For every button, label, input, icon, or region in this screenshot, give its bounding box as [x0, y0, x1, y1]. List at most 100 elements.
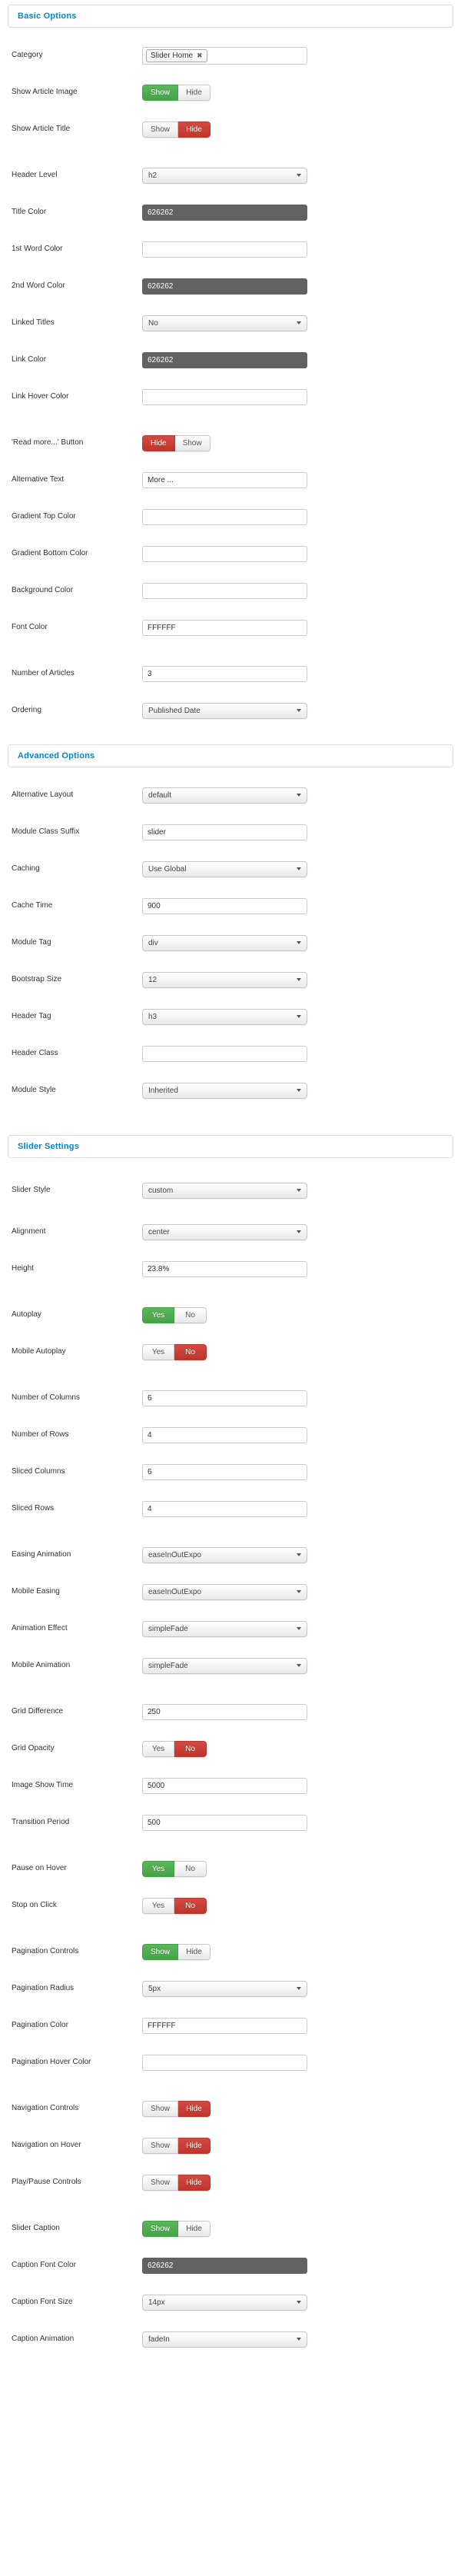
navigation-controls-option-show[interactable]: Show	[142, 2100, 179, 2117]
alignment-select[interactable]: center	[142, 1223, 307, 1240]
caption-font-color-input[interactable]	[142, 2257, 307, 2274]
read-more-button-option-hide[interactable]: Hide	[142, 434, 175, 451]
transition-period-input[interactable]	[142, 1814, 307, 1831]
slider-caption-option-hide[interactable]: Hide	[178, 2220, 211, 2237]
divider-spacer	[0, 1361, 461, 1381]
pagination-controls-toggle[interactable]: Show Hide	[142, 1943, 211, 1960]
bootstrap-size-select[interactable]: 12	[142, 971, 307, 988]
header-level-select[interactable]: h2	[142, 167, 307, 184]
slider-caption-option-show[interactable]: Show	[142, 2220, 179, 2237]
mobile-autoplay-toggle[interactable]: Yes No	[142, 1343, 207, 1360]
animation-effect-select[interactable]: simpleFade	[142, 1620, 307, 1637]
caption-animation-select[interactable]: fadeIn	[142, 2331, 307, 2348]
gradient-bottom-color-input[interactable]	[142, 545, 307, 562]
show-article-title-option-hide[interactable]: Hide	[178, 121, 211, 138]
label-sliced-columns: Sliced Columns	[12, 1467, 65, 1476]
number-of-columns-input[interactable]	[142, 1390, 307, 1406]
font-color-input[interactable]	[142, 619, 307, 636]
panel-title-basic-options: Basic Options	[18, 11, 77, 21]
read-more-button-toggle[interactable]: Hide Show	[142, 434, 211, 451]
pause-on-hover-toggle[interactable]: Yes No	[142, 1860, 207, 1877]
easing-animation-select[interactable]: easeInOutExpo	[142, 1546, 307, 1563]
module-style-value: Inherited	[148, 1086, 178, 1095]
field-row-show-article-title: Show Article Title Show Hide	[0, 120, 461, 138]
grid-difference-input[interactable]	[142, 1703, 307, 1720]
slider-style-select[interactable]: custom	[142, 1182, 307, 1199]
grid-opacity-option-yes[interactable]: Yes	[142, 1740, 174, 1757]
caption-font-size-select[interactable]: 14px	[142, 2294, 307, 2311]
show-article-image-option-show[interactable]: Show	[142, 84, 179, 101]
second-word-color-input[interactable]	[142, 278, 307, 295]
show-article-image-toggle[interactable]: Show Hide	[142, 84, 211, 101]
navigation-controls-toggle[interactable]: Show Hide	[142, 2100, 211, 2117]
mobile-animation-select[interactable]: simpleFade	[142, 1657, 307, 1674]
label-alternative-text: Alternative Text	[12, 475, 65, 484]
category-tag[interactable]: Slider Home ✖	[146, 48, 207, 62]
number-of-articles-input[interactable]	[142, 665, 307, 682]
cache-time-input[interactable]	[142, 897, 307, 914]
background-color-input[interactable]	[142, 582, 307, 599]
label-read-more-button: 'Read more...' Button	[12, 438, 84, 447]
height-input[interactable]	[142, 1260, 307, 1277]
play-pause-controls-toggle[interactable]: Show Hide	[142, 2174, 211, 2191]
ordering-select[interactable]: Published Date	[142, 702, 307, 719]
pagination-controls-option-show[interactable]: Show	[142, 1943, 179, 1960]
pause-on-hover-option-no[interactable]: No	[174, 1860, 207, 1877]
show-article-title-option-show[interactable]: Show	[142, 121, 179, 138]
autoplay-option-no[interactable]: No	[174, 1306, 207, 1323]
mobile-autoplay-option-yes[interactable]: Yes	[142, 1343, 174, 1360]
navigation-on-hover-option-hide[interactable]: Hide	[178, 2137, 211, 2154]
autoplay-option-yes[interactable]: Yes	[142, 1306, 174, 1323]
field-row-pagination-controls: Pagination Controls Show Hide	[0, 1942, 461, 1961]
stop-on-click-option-yes[interactable]: Yes	[142, 1897, 174, 1914]
caching-select[interactable]: Use Global	[142, 860, 307, 877]
mobile-easing-select[interactable]: easeInOutExpo	[142, 1583, 307, 1600]
close-icon[interactable]: ✖	[197, 52, 203, 59]
pause-on-hover-option-yes[interactable]: Yes	[142, 1860, 174, 1877]
pagination-color-input[interactable]	[142, 2017, 307, 2034]
module-style-select[interactable]: Inherited	[142, 1082, 307, 1099]
alternative-layout-select[interactable]: default	[142, 787, 307, 804]
number-of-rows-input[interactable]	[142, 1426, 307, 1443]
divider-spacer	[0, 406, 461, 426]
gradient-top-color-input[interactable]	[142, 508, 307, 525]
autoplay-toggle[interactable]: Yes No	[142, 1306, 207, 1323]
sliced-columns-input[interactable]	[142, 1463, 307, 1480]
alternative-text-input[interactable]	[142, 471, 307, 488]
link-hover-color-input[interactable]	[142, 388, 307, 405]
pagination-hover-color-input[interactable]	[142, 2054, 307, 2071]
category-tag-label: Slider Home	[151, 51, 194, 60]
show-article-image-option-hide[interactable]: Hide	[178, 84, 211, 101]
play-pause-controls-option-show[interactable]: Show	[142, 2174, 179, 2191]
field-row-pagination-radius: Pagination Radius 5px	[0, 1979, 461, 1998]
navigation-on-hover-toggle[interactable]: Show Hide	[142, 2137, 211, 2154]
sliced-rows-input[interactable]	[142, 1500, 307, 1517]
image-show-time-input[interactable]	[142, 1777, 307, 1794]
stop-on-click-toggle[interactable]: Yes No	[142, 1897, 207, 1914]
grid-opacity-toggle[interactable]: Yes No	[142, 1740, 207, 1757]
play-pause-controls-option-hide[interactable]: Hide	[178, 2174, 211, 2191]
stop-on-click-option-no[interactable]: No	[174, 1897, 207, 1914]
first-word-color-input[interactable]	[142, 241, 307, 258]
header-class-input[interactable]	[142, 1045, 307, 1062]
module-tag-value: div	[148, 938, 158, 947]
pagination-controls-option-hide[interactable]: Hide	[178, 1943, 211, 1960]
link-color-input[interactable]	[142, 351, 307, 368]
navigation-controls-option-hide[interactable]: Hide	[178, 2100, 211, 2117]
read-more-button-option-show[interactable]: Show	[174, 434, 211, 451]
show-article-title-toggle[interactable]: Show Hide	[142, 121, 211, 138]
mobile-autoplay-option-no[interactable]: No	[174, 1343, 207, 1360]
chevron-down-icon	[297, 2338, 301, 2341]
navigation-on-hover-option-show[interactable]: Show	[142, 2137, 179, 2154]
module-class-suffix-input[interactable]	[142, 824, 307, 840]
module-tag-select[interactable]: div	[142, 934, 307, 951]
slider-caption-toggle[interactable]: Show Hide	[142, 2220, 211, 2237]
field-row-alignment: Alignment center	[0, 1223, 461, 1241]
grid-opacity-option-no[interactable]: No	[174, 1740, 207, 1757]
category-input[interactable]: Slider Home ✖	[142, 46, 307, 65]
header-tag-select[interactable]: h3	[142, 1008, 307, 1025]
linked-titles-select[interactable]: No	[142, 315, 307, 331]
pagination-radius-select[interactable]: 5px	[142, 1980, 307, 1997]
divider-spacer	[0, 138, 461, 158]
title-color-input[interactable]	[142, 204, 307, 221]
